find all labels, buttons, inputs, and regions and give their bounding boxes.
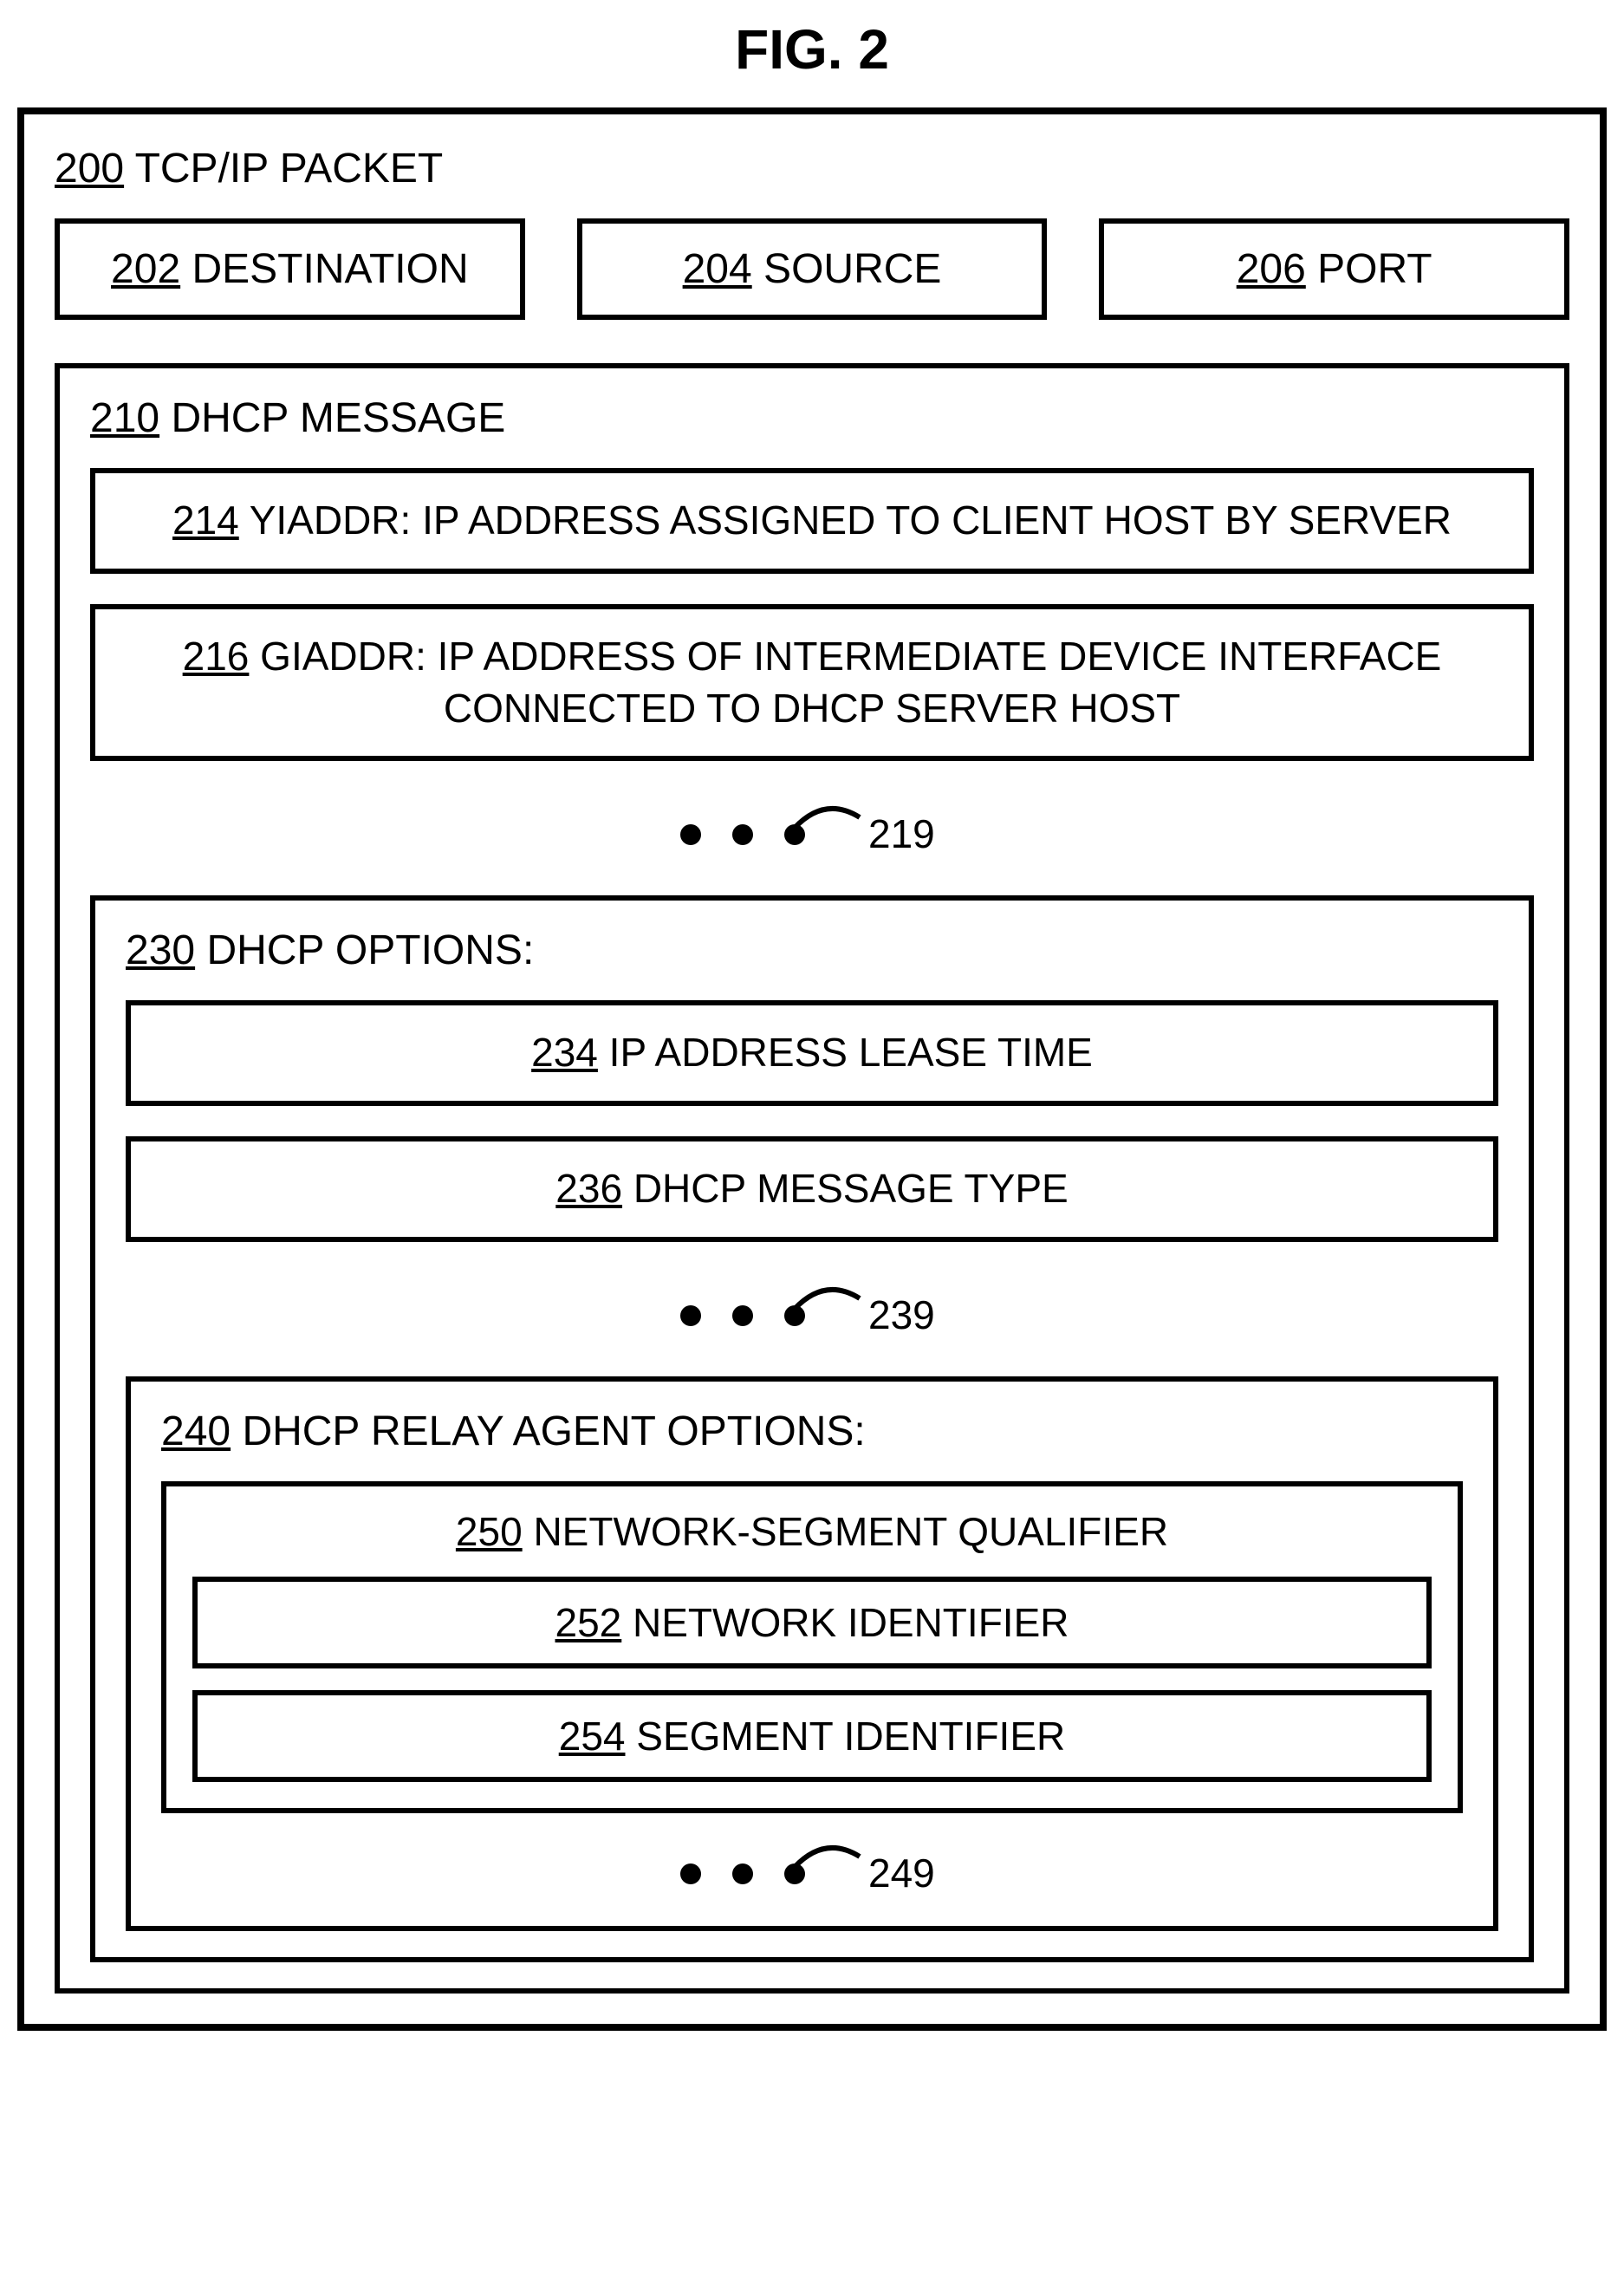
- dhcp-options-num: 230: [126, 927, 195, 973]
- relay-agent-title: 240 DHCP RELAY AGENT OPTIONS:: [161, 1408, 1463, 1455]
- lease-time-field: 234 IP ADDRESS LEASE TIME: [126, 1000, 1498, 1106]
- giaddr-field: 216 GIADDR: IP ADDRESS OF INTERMEDIATE D…: [90, 604, 1534, 762]
- dhcp-options-title: 230 DHCP OPTIONS:: [126, 927, 1498, 974]
- giaddr-label: GIADDR: IP ADDRESS OF INTERMEDIATE DEVIC…: [260, 634, 1441, 731]
- lease-time-label: IP ADDRESS LEASE TIME: [609, 1030, 1093, 1075]
- dhcp-message-label: DHCP MESSAGE: [171, 395, 505, 441]
- yiaddr-num: 214: [172, 498, 239, 543]
- dhcp-message-title: 210 DHCP MESSAGE: [90, 394, 1534, 442]
- ellipsis-249: 249: [161, 1831, 1463, 1900]
- qualifier-title: 250 NETWORK-SEGMENT QUALIFIER: [192, 1508, 1432, 1555]
- segment-id-field: 254 SEGMENT IDENTIFIER: [192, 1690, 1432, 1782]
- tcpip-packet-box: 200 TCP/IP PACKET 202 DESTINATION 204 SO…: [17, 107, 1607, 2031]
- port-cell: 206 PORT: [1099, 218, 1569, 320]
- figure-title: FIG. 2: [17, 17, 1607, 81]
- lease-time-num: 234: [531, 1030, 598, 1075]
- network-id-num: 252: [555, 1600, 622, 1645]
- port-num: 206: [1237, 246, 1306, 292]
- destination-num: 202: [111, 246, 180, 292]
- relay-agent-label: DHCP RELAY AGENT OPTIONS:: [242, 1408, 865, 1454]
- relay-agent-num: 240: [161, 1408, 231, 1454]
- ellipsis-239: 239: [126, 1272, 1498, 1342]
- port-label: PORT: [1317, 246, 1432, 292]
- packet-title: 200 TCP/IP PACKET: [55, 145, 1569, 192]
- segment-id-num: 254: [559, 1714, 626, 1759]
- packet-num: 200: [55, 146, 124, 192]
- ellipsis-219-num: 219: [868, 811, 935, 856]
- packet-label: TCP/IP PACKET: [135, 146, 444, 192]
- yiaddr-label: YIADDR: IP ADDRESS ASSIGNED TO CLIENT HO…: [250, 498, 1452, 543]
- packet-header-row: 202 DESTINATION 204 SOURCE 206 PORT: [55, 218, 1569, 320]
- destination-label: DESTINATION: [192, 246, 468, 292]
- ellipsis-239-num: 239: [868, 1292, 935, 1337]
- dhcp-options-box: 230 DHCP OPTIONS: 234 IP ADDRESS LEASE T…: [90, 895, 1534, 1962]
- segment-id-label: SEGMENT IDENTIFIER: [636, 1714, 1065, 1759]
- ellipsis-219: 219: [90, 791, 1534, 861]
- dhcp-options-label: DHCP OPTIONS:: [206, 927, 534, 973]
- destination-cell: 202 DESTINATION: [55, 218, 525, 320]
- relay-agent-box: 240 DHCP RELAY AGENT OPTIONS: 250 NETWOR…: [126, 1376, 1498, 1931]
- dhcp-message-box: 210 DHCP MESSAGE 214 YIADDR: IP ADDRESS …: [55, 363, 1569, 1994]
- network-id-field: 252 NETWORK IDENTIFIER: [192, 1577, 1432, 1668]
- yiaddr-field: 214 YIADDR: IP ADDRESS ASSIGNED TO CLIEN…: [90, 468, 1534, 574]
- msg-type-num: 236: [555, 1166, 622, 1211]
- qualifier-label: NETWORK-SEGMENT QUALIFIER: [533, 1509, 1168, 1554]
- msg-type-field: 236 DHCP MESSAGE TYPE: [126, 1136, 1498, 1242]
- network-id-label: NETWORK IDENTIFIER: [633, 1600, 1069, 1645]
- giaddr-num: 216: [183, 634, 250, 679]
- source-label: SOURCE: [763, 246, 941, 292]
- msg-type-label: DHCP MESSAGE TYPE: [633, 1166, 1069, 1211]
- dhcp-message-num: 210: [90, 395, 159, 441]
- qualifier-num: 250: [456, 1509, 523, 1554]
- source-cell: 204 SOURCE: [577, 218, 1048, 320]
- qualifier-box: 250 NETWORK-SEGMENT QUALIFIER 252 NETWOR…: [161, 1481, 1463, 1813]
- ellipsis-249-num: 249: [868, 1850, 935, 1896]
- source-num: 204: [683, 246, 752, 292]
